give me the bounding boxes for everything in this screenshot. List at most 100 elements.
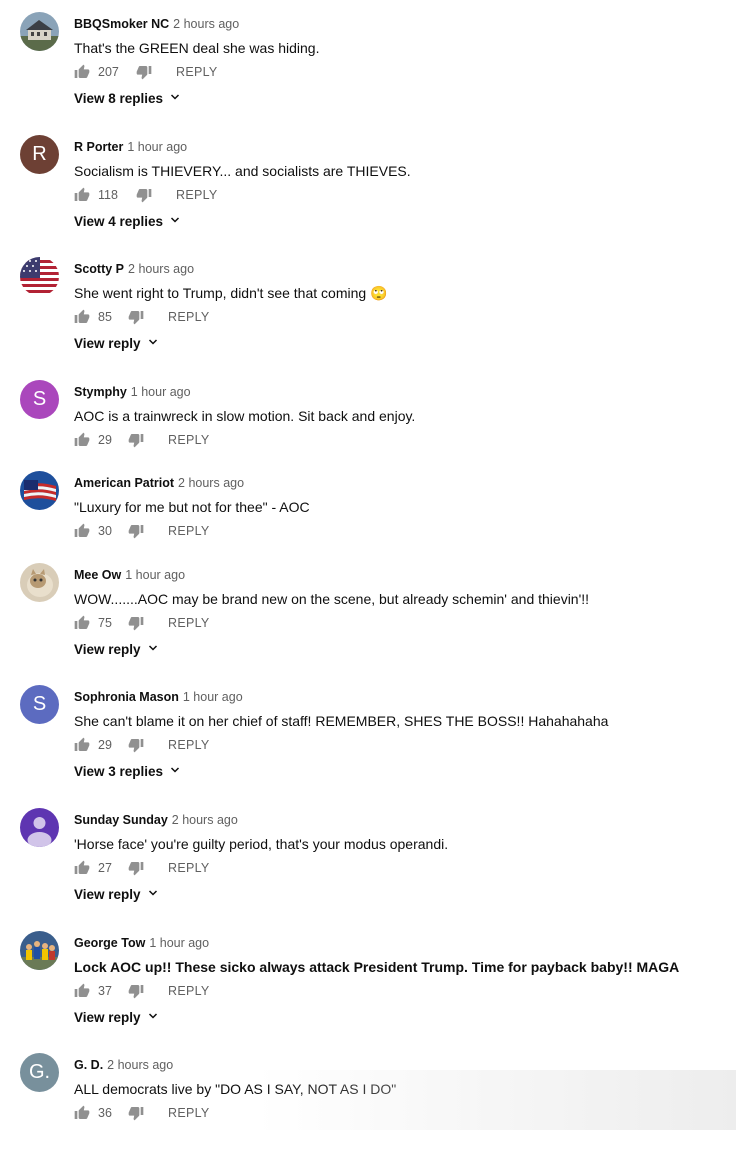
reply-button[interactable]: REPLY	[168, 1106, 210, 1120]
chevron-down-icon	[141, 1010, 159, 1025]
view-replies-button[interactable]: View 4 replies	[74, 214, 181, 229]
avatar[interactable]: S	[20, 685, 59, 724]
author-name[interactable]: BBQSmoker NC	[74, 17, 169, 31]
reply-button[interactable]: REPLY	[168, 738, 210, 752]
thumb-up-icon	[74, 432, 90, 448]
avatar[interactable]: R	[20, 135, 59, 174]
avatar[interactable]	[20, 563, 59, 602]
thumb-down-icon	[136, 187, 152, 203]
author-name[interactable]: Sunday Sunday	[74, 813, 168, 827]
dislike-button[interactable]	[128, 615, 144, 631]
comment-time[interactable]: 2 hours ago	[128, 262, 194, 276]
thumb-down-icon	[128, 983, 144, 999]
author-name[interactable]: R Porter	[74, 140, 123, 154]
dislike-button[interactable]	[128, 432, 144, 448]
comment-actions: 37 REPLY	[74, 982, 210, 1000]
like-button[interactable]: 27	[74, 860, 112, 876]
comment-time[interactable]: 1 hour ago	[125, 568, 185, 582]
comment-actions: 29 REPLY	[74, 736, 210, 754]
view-replies-label: View reply	[74, 1010, 141, 1025]
dislike-button[interactable]	[136, 64, 152, 80]
view-replies-button[interactable]: View 8 replies	[74, 91, 181, 106]
comment-text: Lock AOC up!! These sicko always attack …	[74, 959, 680, 975]
like-button[interactable]: 75	[74, 615, 112, 631]
view-replies-button[interactable]: View 3 replies	[74, 764, 181, 779]
comment-time[interactable]: 2 hours ago	[172, 813, 238, 827]
view-replies-button[interactable]: View reply	[74, 642, 159, 657]
like-button[interactable]: 118	[74, 187, 120, 203]
reply-button[interactable]: REPLY	[168, 861, 210, 875]
author-name[interactable]: Scotty P	[74, 262, 124, 276]
dislike-button[interactable]	[128, 1105, 144, 1121]
comment-header: Sophronia Mason 1 hour ago	[74, 690, 243, 704]
dislike-button[interactable]	[128, 523, 144, 539]
comment-text: That's the GREEN deal she was hiding.	[74, 40, 320, 56]
avatar[interactable]	[20, 257, 59, 296]
like-button[interactable]: 29	[74, 737, 112, 753]
dislike-button[interactable]	[128, 737, 144, 753]
reply-button[interactable]: REPLY	[168, 524, 210, 538]
author-name[interactable]: Sophronia Mason	[74, 690, 179, 704]
thumb-up-icon	[74, 737, 90, 753]
thumb-down-icon	[128, 432, 144, 448]
like-count: 29	[98, 433, 112, 447]
comment-time[interactable]: 1 hour ago	[183, 690, 243, 704]
avatar-letter: G.	[28, 1061, 51, 1083]
chevron-down-icon	[141, 887, 159, 902]
comment-time[interactable]: 2 hours ago	[173, 17, 239, 31]
view-replies-button[interactable]: View reply	[74, 887, 159, 902]
comment-time[interactable]: 1 hour ago	[127, 140, 187, 154]
reply-button[interactable]: REPLY	[168, 433, 210, 447]
chevron-down-icon	[163, 214, 181, 229]
chevron-down-icon	[141, 642, 159, 657]
reply-button[interactable]: REPLY	[168, 984, 210, 998]
dislike-button[interactable]	[136, 187, 152, 203]
like-button[interactable]: 207	[74, 64, 120, 80]
avatar[interactable]	[20, 931, 59, 970]
reply-button[interactable]: REPLY	[176, 65, 218, 79]
thumb-up-icon	[74, 860, 90, 876]
reply-button[interactable]: REPLY	[168, 616, 210, 630]
like-button[interactable]: 30	[74, 523, 112, 539]
author-name[interactable]: Mee Ow	[74, 568, 121, 582]
avatar[interactable]: S	[20, 380, 59, 419]
comment-time[interactable]: 1 hour ago	[131, 385, 191, 399]
avatar[interactable]	[20, 808, 59, 847]
thumb-down-icon	[128, 860, 144, 876]
dislike-button[interactable]	[128, 983, 144, 999]
like-button[interactable]: 36	[74, 1105, 112, 1121]
author-name[interactable]: George Tow	[74, 936, 145, 950]
view-replies-label: View 8 replies	[74, 91, 164, 106]
dislike-button[interactable]	[128, 860, 144, 876]
like-button[interactable]: 29	[74, 432, 112, 448]
like-button[interactable]: 85	[74, 309, 112, 325]
comment-item: R R Porter 1 hour ago Socialism is THIEVERY…	[0, 135, 736, 245]
view-replies-label: View 4 replies	[74, 214, 164, 229]
reply-button[interactable]: REPLY	[168, 310, 210, 324]
comment-header: Scotty P 2 hours ago	[74, 262, 194, 276]
comment-text: AOC is a trainwreck in slow motion. Sit …	[74, 408, 416, 424]
like-count: 27	[98, 861, 112, 875]
author-name[interactable]: Stymphy	[74, 385, 127, 399]
comment-time[interactable]: 1 hour ago	[149, 936, 209, 950]
author-name[interactable]: American Patriot	[74, 476, 174, 490]
comment-item: Sunday Sunday 2 hours ago 'Horse face' you…	[0, 808, 736, 918]
dislike-button[interactable]	[128, 309, 144, 325]
avatar[interactable]	[20, 471, 59, 510]
view-replies-button[interactable]: View reply	[74, 336, 159, 351]
comment-item: George Tow 1 hour ago Lock AOC up!! These …	[0, 931, 736, 1041]
thumb-up-icon	[74, 615, 90, 631]
like-button[interactable]: 37	[74, 983, 112, 999]
author-name[interactable]: G. D.	[74, 1058, 103, 1072]
comment-time[interactable]: 2 hours ago	[178, 476, 244, 490]
thumb-up-icon	[74, 64, 90, 80]
comment-item: BBQSmoker NC 2 hours ago That's the GREEN …	[0, 12, 736, 122]
avatar[interactable]	[20, 12, 59, 51]
comment-header: R Porter 1 hour ago	[74, 140, 187, 154]
thumb-down-icon	[136, 64, 152, 80]
view-replies-button[interactable]: View reply	[74, 1010, 159, 1025]
avatar[interactable]: G.	[20, 1053, 59, 1092]
comment-time[interactable]: 2 hours ago	[107, 1058, 173, 1072]
reply-button[interactable]: REPLY	[176, 188, 218, 202]
thumb-down-icon	[128, 309, 144, 325]
